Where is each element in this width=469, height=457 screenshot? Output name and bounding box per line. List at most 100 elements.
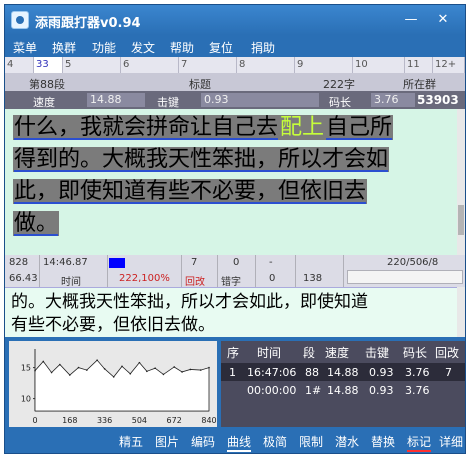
cell: 0.93: [369, 384, 394, 397]
menu-item-donate[interactable]: 捐助: [251, 39, 275, 56]
status-count: 828: [9, 257, 29, 268]
speed-chart: 0 168 336 504 672 840 10 15: [9, 341, 217, 427]
speed-point: [103, 368, 106, 370]
speed-point: [121, 365, 123, 368]
col-header-keystroke: 击键: [365, 346, 390, 360]
speed-point: [34, 369, 36, 372]
ruler-cell-current: 33: [34, 57, 63, 73]
ruler-cell: 10: [353, 57, 405, 73]
cell: 0.93: [369, 366, 394, 379]
typing-input[interactable]: 的。大概我天性笨拙，所以才会如此，即使知道 有些不必要，但依旧去做。: [5, 287, 457, 337]
toolbar-image[interactable]: 图片: [155, 433, 179, 450]
x-tick-label: 0: [32, 416, 37, 425]
divider: [295, 255, 296, 287]
toolbar-jingwu[interactable]: 精五: [119, 433, 143, 450]
bottom-toolbar: 精五 图片 编码 曲线 极简 限制 潜水 替换 标记 详细: [5, 429, 465, 453]
ruler-cell: 4: [5, 57, 34, 73]
speed-point: [96, 359, 98, 361]
speed-point: [154, 367, 156, 370]
col-header-segment: 段: [303, 346, 316, 360]
col-header-speed: 速度: [325, 346, 350, 360]
toolbar-encoding[interactable]: 编码: [191, 433, 215, 450]
char-count: 222字: [323, 78, 355, 91]
scroll-thumb[interactable]: [458, 205, 464, 235]
percent-value: 222,100%: [119, 273, 170, 284]
keystroke-value: 0.93: [201, 93, 319, 107]
table-row[interactable]: 1 16:47:06 88 14.88 0.93 3.76 7: [221, 363, 465, 381]
menu-item-switch-group[interactable]: 换群: [52, 39, 76, 56]
table-row[interactable]: 00:00:00 1# 14.88 0.93 3.76: [221, 381, 465, 399]
ruler-cell: 11: [405, 57, 433, 73]
close-button[interactable]: ✕: [433, 11, 453, 29]
ruler-cell: 9: [295, 57, 353, 73]
status-time: 14:46.87: [43, 257, 88, 268]
progress-bars: [347, 270, 463, 284]
keystroke-label: 击键: [157, 96, 179, 109]
ruler-cell: 8: [237, 57, 295, 73]
cell: 7: [445, 366, 452, 379]
app-window: 添雨跟打器v0.94 — ✕ 菜单 换群 功能 发文 帮助 复位 捐助 4 33…: [4, 4, 466, 454]
speed-point: [199, 369, 202, 371]
col-header-code-length: 码长: [403, 346, 428, 360]
window-title: 添雨跟打器v0.94: [35, 16, 141, 31]
col-header-back: 回改: [435, 346, 460, 360]
speed-point: [59, 363, 61, 366]
passage-line-2: 得到的。大概我天性笨拙，所以才会如: [13, 147, 390, 172]
menu-item-reset[interactable]: 复位: [209, 39, 233, 56]
status-ratio: 66.43: [9, 273, 38, 284]
cell: 16:47:06: [247, 366, 297, 379]
speed-point: [173, 366, 175, 368]
cell: 1: [229, 366, 236, 379]
y-tick-label: 15: [21, 364, 31, 373]
ruler-cell: 5: [63, 57, 121, 73]
speed-point: [69, 374, 71, 376]
x-tick-label: 336: [97, 416, 112, 425]
speed-point: [85, 369, 88, 371]
minimize-button[interactable]: —: [401, 11, 421, 29]
speed-point: [181, 371, 183, 373]
y-tick-label: 10: [21, 395, 31, 404]
progress-indicator: [109, 258, 125, 268]
menu-item-menu[interactable]: 菜单: [13, 39, 37, 56]
back-label: 回改: [185, 277, 205, 288]
speed-point: [208, 366, 210, 369]
results-table: 序 时间 段 速度 击键 码长 回改 1 16:47:06 88 14.88 0…: [221, 341, 465, 427]
speed-area: [34, 359, 210, 412]
passage-line-1-end: 自己所: [325, 115, 394, 140]
status-dash: -: [269, 257, 273, 268]
toolbar-mark[interactable]: 标记: [407, 433, 432, 452]
toolbar-replace[interactable]: 替换: [371, 433, 395, 450]
col-header-time: 时间: [257, 346, 282, 360]
col-header-index: 序: [227, 346, 240, 360]
ruler-cell: 7: [179, 57, 237, 73]
menu-item-functions[interactable]: 功能: [92, 39, 116, 56]
divider: [255, 255, 256, 287]
group-id: 53903: [417, 93, 459, 107]
passage-scrollbar[interactable]: [457, 109, 465, 255]
cell: 1#: [305, 384, 322, 397]
toolbar-curve[interactable]: 曲线: [227, 433, 252, 452]
ruler-cell: 12+: [433, 57, 465, 73]
passage-display[interactable]: 什么，我就会拼命让自己去配上自己所 得到的。大概我天性笨拙，所以才会如 此，即使…: [5, 109, 457, 255]
title-label: 标题: [189, 78, 211, 91]
speed-label: 速度: [33, 96, 55, 109]
x-tick-label: 840: [201, 416, 216, 425]
menu-item-send-text[interactable]: 发文: [131, 39, 155, 56]
passage-line-1-start: 什么，我就会拼命让自己去: [13, 115, 280, 140]
toolbar-detail[interactable]: 详细: [439, 433, 463, 450]
x-tick-label: 672: [167, 416, 182, 425]
cell: 3.76: [405, 384, 430, 397]
menu-item-help[interactable]: 帮助: [170, 39, 194, 56]
wrong-label: 错字: [221, 277, 241, 288]
title-bar[interactable]: 添雨跟打器v0.94 — ✕: [5, 5, 465, 35]
input-scrollbar[interactable]: [457, 287, 465, 337]
status-panel: 828 14:46.87 7 0 - 220/506/8天/506 66.43 …: [5, 255, 465, 288]
speed-point: [138, 361, 141, 364]
toolbar-lurk[interactable]: 潜水: [335, 433, 359, 450]
toolbar-minimal[interactable]: 极简: [263, 433, 287, 450]
speed-point: [50, 371, 53, 374]
speed-point: [146, 370, 148, 373]
divider: [181, 255, 182, 287]
toolbar-limit[interactable]: 限制: [299, 433, 323, 450]
speed-value: 14.88: [87, 93, 145, 107]
